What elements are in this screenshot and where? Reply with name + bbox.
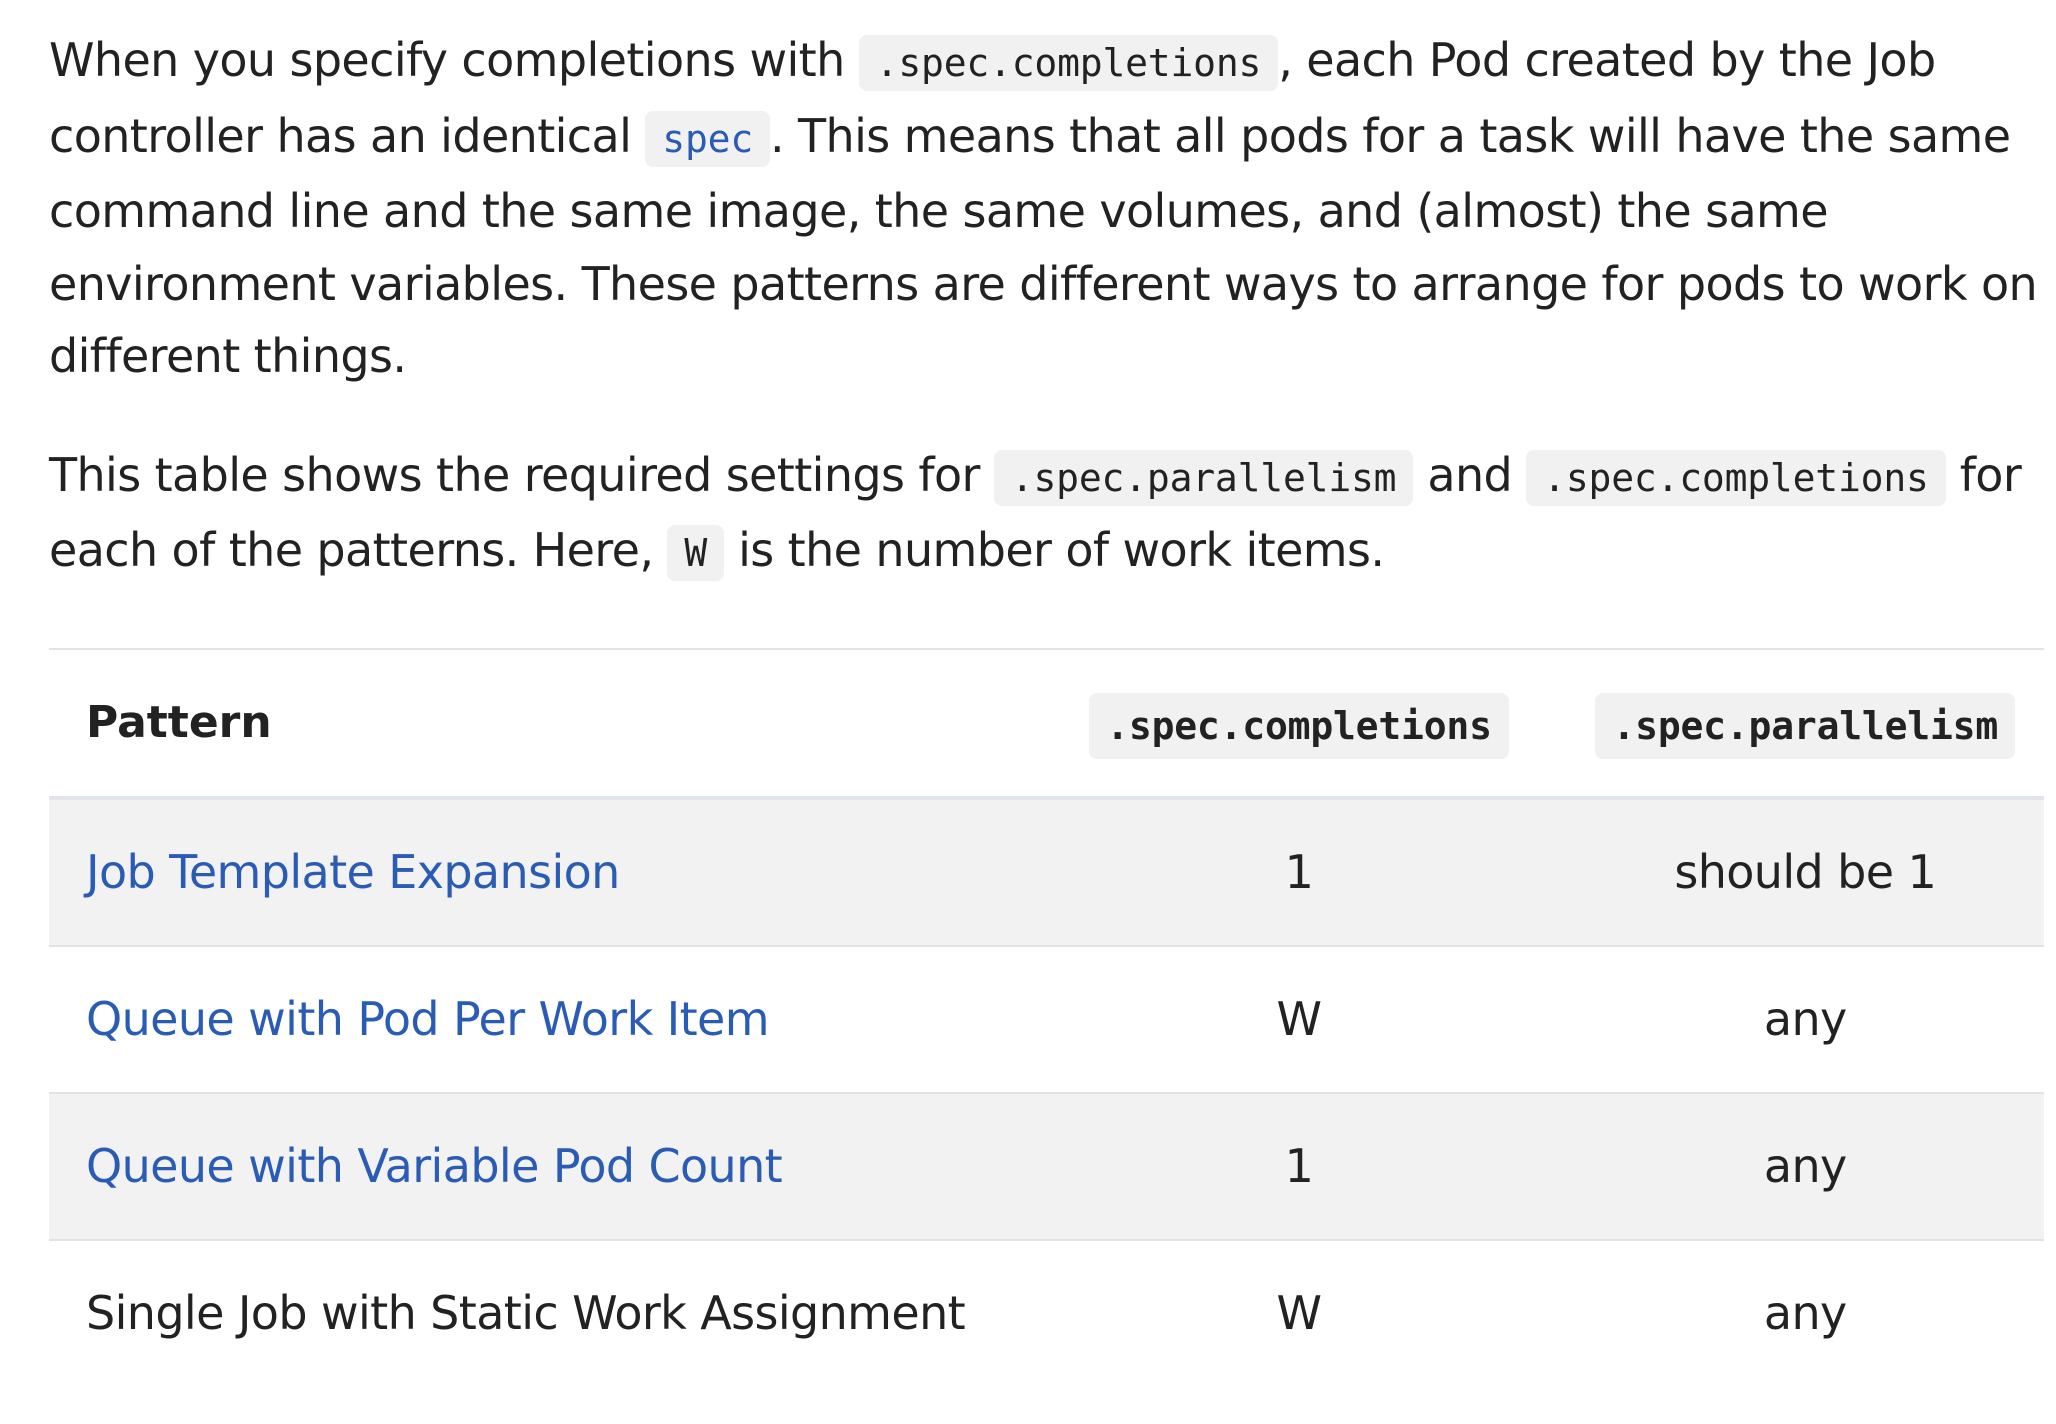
header-completions-code: .spec.completions: [1089, 692, 1509, 759]
completions-cell: 1: [1284, 1139, 1314, 1193]
completions-cell: W: [1276, 992, 1322, 1046]
settings-text-2: and: [1413, 447, 1527, 502]
pattern-cell: Job Template Expansion: [49, 798, 1032, 946]
completions-cell: W: [1276, 1286, 1322, 1340]
table-header: Pattern .spec.completions .spec.parallel…: [49, 648, 2044, 798]
table-row: Single Job with Static Work Assignment W…: [49, 1240, 2044, 1386]
code-spec-link[interactable]: spec: [645, 110, 771, 167]
intro-paragraph: When you specify completions with .spec.…: [49, 24, 2044, 393]
parallelism-cell: should be 1: [1674, 845, 1937, 899]
table-header-row: Pattern .spec.completions .spec.parallel…: [49, 648, 2044, 798]
patterns-table: Pattern .spec.completions .spec.parallel…: [49, 648, 2044, 1386]
header-parallelism: .spec.parallelism: [1566, 649, 2044, 798]
header-completions: .spec.completions: [1032, 649, 1567, 798]
pattern-cell: Queue with Variable Pod Count: [49, 1093, 1032, 1240]
settings-paragraph: This table shows the required settings f…: [49, 439, 2044, 590]
table-body: Job Template Expansion 1 should be 1 Que…: [49, 797, 2044, 1386]
code-spec-completions-2: .spec.completions: [1526, 449, 1946, 506]
header-parallelism-code: .spec.parallelism: [1595, 692, 2015, 759]
parallelism-cell: any: [1763, 992, 1847, 1046]
completions-cell: 1: [1284, 845, 1314, 899]
code-spec-completions: .spec.completions: [858, 35, 1279, 91]
parallelism-cell: any: [1763, 1139, 1847, 1193]
settings-text-4: is the number of work items.: [724, 523, 1385, 577]
header-pattern: Pattern: [86, 697, 272, 748]
table-row: Job Template Expansion 1 should be 1: [49, 797, 2044, 946]
code-spec-parallelism: .spec.parallelism: [993, 449, 1414, 506]
pattern-cell: Single Job with Static Work Assignment: [86, 1286, 966, 1340]
queue-pod-per-work-item-link[interactable]: Queue with Pod Per Work Item: [86, 992, 770, 1046]
settings-text-1: This table shows the required settings f…: [49, 447, 994, 502]
parallelism-cell: any: [1763, 1286, 1847, 1340]
job-template-expansion-link[interactable]: Job Template Expansion: [86, 845, 620, 899]
code-w: W: [667, 525, 725, 581]
pattern-cell: Queue with Pod Per Work Item: [49, 946, 1032, 1093]
page-content: When you specify completions with .spec.…: [49, 24, 2044, 1386]
table-row: Queue with Pod Per Work Item W any: [49, 946, 2044, 1093]
table-row: Queue with Variable Pod Count 1 any: [49, 1092, 2044, 1240]
intro-text-1: When you specify completions with: [49, 33, 859, 87]
queue-variable-pod-count-link[interactable]: Queue with Variable Pod Count: [86, 1139, 783, 1193]
